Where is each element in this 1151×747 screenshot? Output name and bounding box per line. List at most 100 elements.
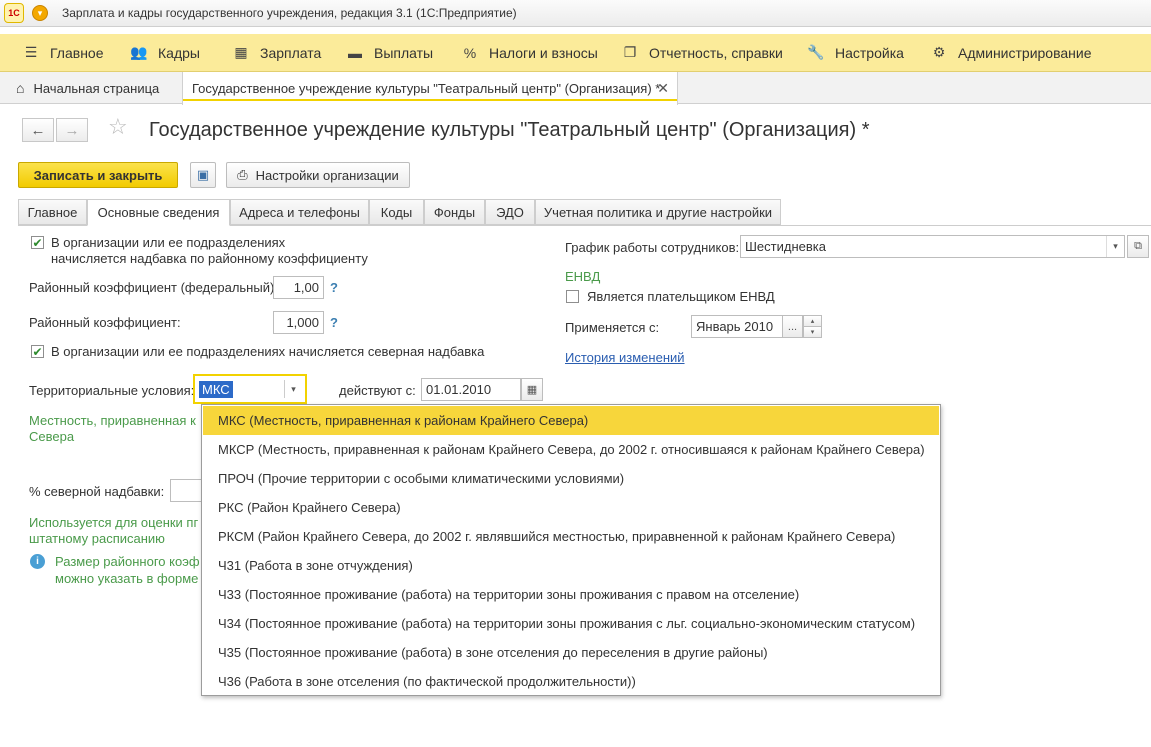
section-main[interactable]: ☰ Главное	[22, 34, 104, 71]
window-tabs: ⌂ Начальная страница Государственное учр…	[0, 72, 1151, 105]
tab-basic-info[interactable]: Основные сведения	[87, 199, 230, 226]
tab-funds[interactable]: Фонды	[424, 199, 485, 225]
help-icon[interactable]: ?	[330, 315, 338, 330]
section-label: Настройка	[835, 44, 904, 61]
tab-addresses[interactable]: Адреса и телефоны	[230, 199, 369, 225]
spin-down-icon[interactable]: ▾	[803, 326, 822, 338]
territorial-select[interactable]: МКС ▾	[193, 374, 307, 404]
coef-input[interactable]: 1,000	[273, 311, 324, 334]
dropdown-item[interactable]: Ч33 (Постоянное проживание (работа) на т…	[203, 580, 939, 609]
dropdown-item[interactable]: Ч36 (Работа в зоне отселения (по фактиче…	[203, 667, 939, 696]
save-close-button[interactable]: Записать и закрыть	[18, 162, 178, 188]
menu-icon: ☰	[24, 44, 38, 60]
tab-accounting-policy[interactable]: Учетная политика и другие настройки	[535, 199, 781, 225]
info-icon: i	[30, 554, 45, 569]
title-bar: 1С ▾ Зарплата и кадры государственного у…	[0, 0, 1151, 27]
org-settings-label: Настройки организации	[255, 167, 399, 183]
ellipsis-icon[interactable]: ...	[782, 315, 803, 338]
federal-coef-input[interactable]: 1,00	[273, 276, 324, 299]
territorial-hint-2: Севера	[29, 429, 75, 444]
section-label: Зарплата	[260, 44, 322, 61]
section-label: Отчетность, справки	[649, 44, 783, 61]
form-title: Государственное учреждение культуры "Теа…	[149, 119, 870, 141]
wallet-icon: ▬	[348, 44, 362, 61]
tab-home[interactable]: ⌂ Начальная страница	[0, 72, 180, 104]
help-icon[interactable]: ?	[330, 280, 338, 295]
dropdown-item[interactable]: МКС (Местность, приравненная к районам К…	[203, 406, 939, 435]
section-salary[interactable]: ▦ Зарплата	[232, 34, 321, 71]
valid-from-input[interactable]: 01.01.2010	[421, 378, 521, 401]
used-hint-1: Используется для оценки пг	[29, 515, 199, 530]
schedule-label: График работы сотрудников:	[565, 240, 740, 255]
tab-organization[interactable]: Государственное учреждение культуры "Теа…	[182, 72, 678, 105]
territorial-value: МКС	[199, 381, 233, 398]
save-button[interactable]: ▣	[190, 162, 216, 188]
gear-icon: ⚙	[932, 44, 946, 60]
info-hint-1: Размер районного коэф	[55, 554, 200, 569]
close-icon[interactable]: ✕	[657, 80, 669, 97]
dropdown-item[interactable]: МКСР (Местность, приравненная к районам …	[203, 435, 939, 464]
applied-label: Применяется с:	[565, 320, 660, 335]
section-admin[interactable]: ⚙ Администрирование	[930, 34, 1092, 71]
section-payments[interactable]: ▬ Выплаты	[346, 34, 433, 71]
tab-organization-label: Государственное учреждение культуры "Теа…	[192, 81, 661, 96]
envd-check-label: Является плательщиком ЕНВД	[587, 289, 775, 304]
dropdown-item[interactable]: Ч34 (Постоянное проживание (работа) на т…	[203, 609, 939, 638]
org-settings-button[interactable]: ⎙ Настройки организации	[226, 162, 410, 188]
checkmark-icon: ✔	[32, 235, 43, 250]
valid-from-label: действуют с:	[339, 383, 416, 398]
window-title: Зарплата и кадры государственного учрежд…	[62, 6, 517, 20]
section-label: Администрирование	[958, 44, 1092, 61]
dropdown-item[interactable]: ПРОЧ (Прочие территории с особыми климат…	[203, 464, 939, 493]
back-button[interactable]: ←	[22, 118, 54, 142]
regional-check-label-2: начисляется надбавка по районному коэффи…	[51, 251, 368, 266]
federal-coef-label: Районный коэффициент (федеральный):	[29, 280, 278, 295]
calendar-icon[interactable]: ▦	[521, 378, 543, 401]
north-pct-input[interactable]	[170, 479, 204, 502]
section-hr[interactable]: 👥 Кадры	[130, 34, 200, 71]
tab-edo[interactable]: ЭДО	[485, 199, 535, 225]
section-taxes[interactable]: % Налоги и взносы	[461, 34, 598, 71]
dropdown-item[interactable]: РКСМ (Район Крайнего Севера, до 2002 г. …	[203, 522, 939, 551]
open-icon[interactable]: ⧉	[1127, 235, 1149, 258]
arrow-left-icon: ←	[30, 121, 46, 139]
tab-codes[interactable]: Коды	[369, 199, 424, 225]
main-menu-icon[interactable]: ▾	[32, 5, 48, 21]
tab-home-label: Начальная страница	[33, 80, 160, 96]
dropdown-item[interactable]: Ч31 (Работа в зоне отчуждения)	[203, 551, 939, 580]
coef-label: Районный коэффициент:	[29, 315, 181, 330]
section-label: Выплаты	[374, 44, 434, 61]
star-icon[interactable]: ☆	[108, 114, 128, 140]
people-icon: 👥	[130, 44, 148, 60]
home-icon: ⌂	[16, 80, 25, 96]
dropdown-item[interactable]: РКС (Район Крайнего Севера)	[203, 493, 939, 522]
territorial-label: Территориальные условия:	[29, 383, 195, 398]
tab-main[interactable]: Главное	[18, 199, 87, 225]
calculator-icon: ▦	[234, 44, 248, 60]
dropdown-item[interactable]: Ч35 (Постоянное проживание (работа) в зо…	[203, 638, 939, 667]
regional-check-label-1: В организации или ее подразделениях	[51, 235, 286, 250]
section-reports[interactable]: ❐ Отчетность, справки	[621, 34, 783, 71]
forward-button[interactable]: →	[56, 118, 88, 142]
north-bonus-checkbox[interactable]: ✔	[31, 345, 44, 358]
section-settings[interactable]: 🔧 Настройка	[807, 34, 904, 71]
wrench-icon: 🔧	[807, 44, 825, 60]
arrow-right-icon: →	[64, 121, 80, 139]
dropdown-arrow-icon[interactable]: ▾	[1106, 236, 1124, 257]
section-bar: ☰ Главное 👥 Кадры ▦ Зарплата ▬ Выплаты %…	[0, 34, 1151, 72]
applied-input[interactable]: Январь 2010	[691, 315, 783, 338]
regional-coef-checkbox[interactable]: ✔	[31, 236, 44, 249]
territorial-hint-1: Местность, приравненная к	[29, 413, 196, 428]
schedule-value: Шестидневка	[745, 239, 826, 254]
percent-icon: %	[463, 44, 477, 61]
history-link[interactable]: История изменений	[565, 350, 685, 365]
dropdown-arrow-icon[interactable]: ▾	[284, 380, 302, 398]
info-hint-2: можно указать в форме	[55, 571, 199, 586]
reports-icon: ❐	[623, 44, 637, 60]
printer-icon: ⎙	[237, 167, 248, 182]
schedule-select[interactable]: Шестидневка ▾	[740, 235, 1125, 258]
north-pct-label: % северной надбавки:	[29, 484, 165, 499]
envd-checkbox[interactable]	[566, 290, 579, 303]
floppy-icon: ▣	[196, 167, 210, 182]
section-label: Кадры	[158, 44, 200, 61]
